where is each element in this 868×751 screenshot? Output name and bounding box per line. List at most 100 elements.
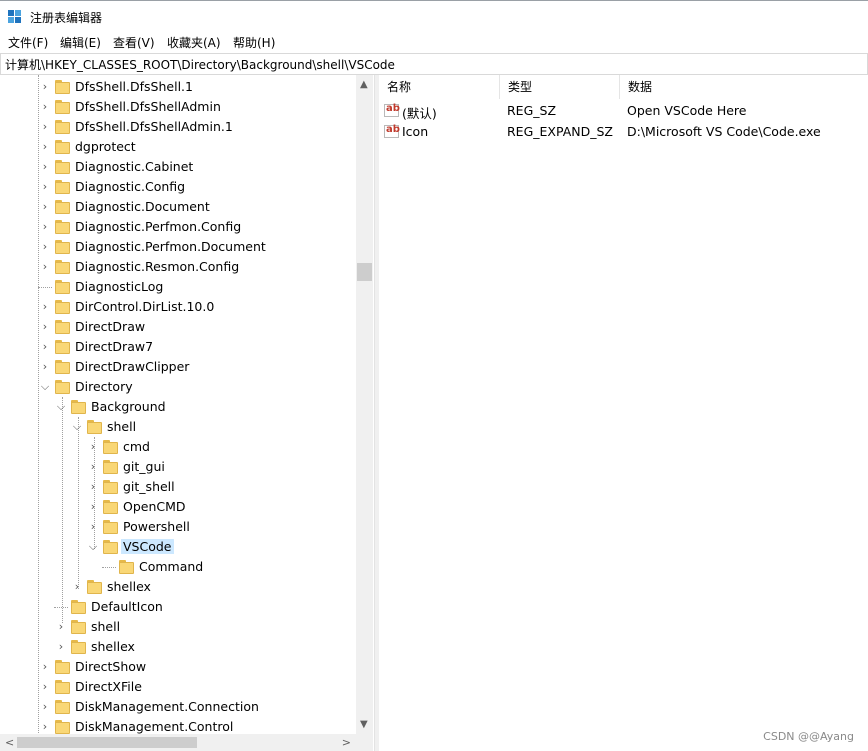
chevron-right-icon[interactable]: › [39, 161, 51, 173]
chevron-right-icon[interactable]: › [71, 581, 83, 593]
chevron-right-icon[interactable]: › [39, 661, 51, 673]
chevron-right-icon[interactable]: › [87, 441, 99, 453]
tree-node[interactable]: ⌵ VSCode [0, 537, 356, 557]
tree-node[interactable]: › git_shell [0, 477, 356, 497]
menu-file[interactable]: 文件(F) [8, 34, 48, 51]
chevron-right-icon[interactable]: › [87, 501, 99, 513]
scroll-left-icon[interactable]: < [5, 736, 14, 749]
tree-node[interactable]: › DirectDraw7 [0, 337, 356, 357]
tree-node[interactable]: › Diagnostic.Resmon.Config [0, 257, 356, 277]
chevron-right-icon[interactable]: › [39, 681, 51, 693]
chevron-right-icon[interactable]: › [39, 301, 51, 313]
scroll-up-icon[interactable]: ▲ [360, 79, 368, 90]
tree-node[interactable]: DefaultIcon [0, 597, 356, 617]
tree-node[interactable]: › shellex [0, 637, 356, 657]
folder-icon [55, 100, 70, 114]
title-bar[interactable]: 注册表编辑器 [0, 1, 868, 31]
chevron-right-icon[interactable]: › [87, 521, 99, 533]
chevron-right-icon[interactable]: › [39, 701, 51, 713]
scroll-right-icon[interactable]: > [342, 736, 351, 749]
value-row[interactable]: ab (默认) REG_SZ Open VSCode Here [379, 101, 868, 121]
chevron-right-icon[interactable]: › [39, 241, 51, 253]
tree-node[interactable]: › Diagnostic.Perfmon.Config [0, 217, 356, 237]
menu-edit[interactable]: 编辑(E) [60, 34, 101, 51]
tree-horizontal-scrollbar[interactable]: < > [0, 734, 356, 751]
menu-view[interactable]: 查看(V) [113, 34, 155, 51]
tree-node[interactable]: › Diagnostic.Perfmon.Document [0, 237, 356, 257]
value-row[interactable]: ab Icon REG_EXPAND_SZ D:\Microsoft VS Co… [379, 122, 868, 142]
tree-node[interactable]: › DfsShell.DfsShellAdmin [0, 97, 356, 117]
chevron-right-icon[interactable]: › [39, 101, 51, 113]
folder-icon [55, 120, 70, 134]
tree-node-label: DirControl.DirList.10.0 [75, 299, 215, 314]
value-type: REG_EXPAND_SZ [507, 124, 613, 139]
tree-node[interactable]: ⌵ Directory [0, 377, 356, 397]
tree-node[interactable]: › DirectShow [0, 657, 356, 677]
value-name: (默认) [402, 106, 437, 121]
tree-node-label: git_gui [123, 459, 165, 474]
chevron-right-icon[interactable]: › [39, 721, 51, 733]
tree-vertical-scrollbar[interactable]: ▲ ▼ [356, 75, 373, 734]
tree-node-label: DirectDraw7 [75, 339, 154, 354]
tree-node[interactable]: › DirectXFile [0, 677, 356, 697]
tree-node[interactable]: › OpenCMD [0, 497, 356, 517]
menu-favorites[interactable]: 收藏夹(A) [167, 34, 221, 51]
tree-node[interactable]: › Powershell [0, 517, 356, 537]
tree-node-label: shell [91, 619, 121, 634]
chevron-right-icon[interactable]: › [87, 481, 99, 493]
chevron-down-icon[interactable]: ⌵ [55, 401, 67, 413]
tree-node[interactable]: › shell [0, 617, 356, 637]
chevron-right-icon[interactable]: › [39, 81, 51, 93]
chevron-right-icon[interactable]: › [39, 141, 51, 153]
tree-node[interactable]: › Diagnostic.Config [0, 177, 356, 197]
tree-node[interactable]: › dgprotect [0, 137, 356, 157]
registry-tree[interactable]: › DfsShell.DfsShell.1 › DfsShell.DfsShellAd… [0, 75, 373, 751]
scroll-down-icon[interactable]: ▼ [360, 719, 368, 730]
horizontal-scroll-thumb[interactable] [17, 737, 197, 748]
tree-node[interactable]: Command [0, 557, 356, 577]
folder-icon [103, 460, 118, 474]
tree-node[interactable]: › DirControl.DirList.10.0 [0, 297, 356, 317]
tree-node[interactable]: › shellex [0, 577, 356, 597]
tree-node[interactable]: › DirectDrawClipper [0, 357, 356, 377]
column-header-type[interactable]: 类型 [500, 75, 620, 99]
address-bar[interactable]: 计算机\HKEY_CLASSES_ROOT\Directory\Backgrou… [0, 53, 868, 75]
tree-node[interactable]: › DfsShell.DfsShellAdmin.1 [0, 117, 356, 137]
chevron-right-icon[interactable]: › [55, 621, 67, 633]
chevron-right-icon[interactable]: › [39, 341, 51, 353]
column-header-data[interactable]: 数据 [620, 75, 868, 99]
chevron-right-icon[interactable]: › [39, 121, 51, 133]
chevron-down-icon[interactable]: ⌵ [87, 541, 99, 553]
tree-node[interactable]: › git_gui [0, 457, 356, 477]
tree-node[interactable]: › DfsShell.DfsShell.1 [0, 77, 356, 97]
chevron-right-icon[interactable]: › [39, 201, 51, 213]
tree-node[interactable]: › Diagnostic.Cabinet [0, 157, 356, 177]
folder-icon [55, 660, 70, 674]
menu-help[interactable]: 帮助(H) [233, 34, 275, 51]
chevron-right-icon[interactable]: › [55, 641, 67, 653]
tree-node[interactable]: DiagnosticLog [0, 277, 356, 297]
chevron-down-icon[interactable]: ⌵ [39, 381, 51, 393]
chevron-right-icon[interactable]: › [39, 321, 51, 333]
column-header-name[interactable]: 名称 [379, 75, 500, 99]
folder-icon [55, 180, 70, 194]
tree-node[interactable]: ⌵ shell [0, 417, 356, 437]
chevron-right-icon[interactable]: › [39, 221, 51, 233]
tree-node-label: Directory [75, 379, 133, 394]
tree-node[interactable]: › DirectDraw [0, 317, 356, 337]
value-data: Open VSCode Here [627, 103, 747, 118]
tree-node[interactable]: ⌵ Background [0, 397, 356, 417]
chevron-right-icon[interactable]: › [39, 261, 51, 273]
values-list[interactable]: 名称 类型 数据 ab (默认) REG_SZ Open VSCode Here… [379, 75, 868, 751]
tree-node-label: DfsShell.DfsShellAdmin [75, 99, 221, 114]
chevron-right-icon[interactable]: › [87, 461, 99, 473]
scroll-thumb[interactable] [357, 263, 372, 281]
tree-node[interactable]: › cmd [0, 437, 356, 457]
chevron-down-icon[interactable]: ⌵ [71, 421, 83, 433]
tree-node[interactable]: › DiskManagement.Connection [0, 697, 356, 717]
tree-node-label: OpenCMD [123, 499, 186, 514]
chevron-right-icon[interactable]: › [39, 181, 51, 193]
tree-node[interactable]: › Diagnostic.Document [0, 197, 356, 217]
chevron-right-icon[interactable]: › [39, 361, 51, 373]
value-data: D:\Microsoft VS Code\Code.exe [627, 124, 821, 139]
